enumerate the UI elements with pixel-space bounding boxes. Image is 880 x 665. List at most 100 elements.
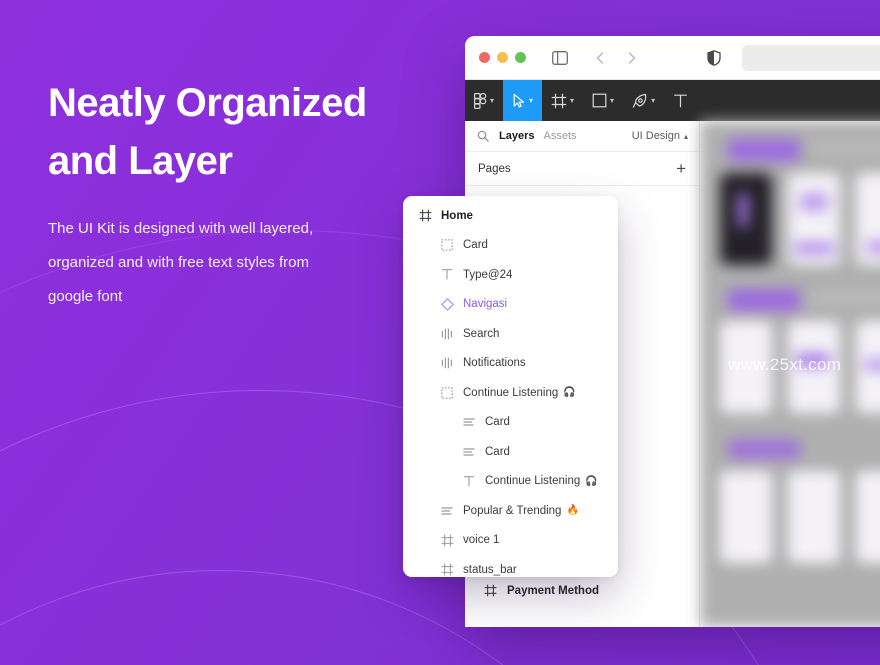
layer-row[interactable]: Search (403, 319, 618, 349)
layer-row[interactable]: Card (403, 437, 618, 467)
layer-row-label: Continue Listening (485, 475, 581, 488)
background-layer-row-2[interactable]: Payment Method (465, 577, 699, 604)
hero-description-line-1: The UI Kit is designed with well layered… (48, 220, 314, 237)
autolayout-icon (439, 355, 455, 371)
autolayout-h-icon (461, 444, 477, 460)
autolayout-h-icon (439, 503, 455, 519)
search-icon[interactable] (476, 129, 490, 143)
layer-row-label: Notifications (463, 357, 526, 370)
canvas-frame-light (788, 321, 840, 413)
layer-row[interactable]: voice 1 (403, 526, 618, 556)
instance-icon (439, 296, 455, 312)
text-tool-icon[interactable] (664, 80, 697, 121)
move-cursor-icon[interactable]: ▾ (503, 80, 543, 121)
close-window-button[interactable] (479, 52, 490, 63)
pages-label: Pages (478, 162, 511, 175)
background-layer-label: Payment Method (507, 584, 600, 597)
hero-description: The UI Kit is designed with well layered… (48, 212, 418, 314)
layer-row[interactable]: Home (403, 201, 618, 231)
autolayout-h-icon (461, 414, 477, 430)
chevron-right-icon[interactable] (622, 48, 642, 68)
traffic-lights (479, 52, 526, 63)
hero-copy: Neatly Organized and Layer The UI Kit is… (48, 74, 418, 314)
layer-row[interactable]: Navigasi (403, 290, 618, 320)
layer-row-label: Type@24 (463, 268, 513, 281)
layer-row[interactable]: Continue Listening 🎧 (403, 467, 618, 497)
canvas-frame-accent (864, 359, 880, 371)
frame-icon (482, 584, 498, 597)
frame-icon (439, 562, 455, 577)
canvas-section-title (728, 139, 800, 161)
component-icon (439, 385, 455, 401)
design-canvas[interactable] (700, 121, 880, 627)
floating-layer-list: Home Card Type@24 Navigasi Search Notificatio… (403, 196, 618, 577)
canvas-frame-accent (738, 193, 748, 227)
rectangle-icon[interactable]: ▾ (583, 80, 623, 121)
layer-row[interactable]: Popular & Trending 🔥 (403, 496, 618, 526)
layer-row[interactable]: Type@24 (403, 260, 618, 290)
layer-row-label: Search (463, 327, 500, 340)
screenshot-root: Neatly Organized and Layer The UI Kit is… (0, 0, 880, 665)
layer-row-label: Card (463, 239, 488, 252)
figma-logo-icon[interactable]: ▾ (465, 80, 503, 121)
layer-row-label: Card (485, 445, 510, 458)
layer-row-label: status_bar (463, 563, 517, 576)
chevron-up-icon: ▴ (683, 131, 688, 141)
canvas-frame-accent (794, 243, 834, 253)
browser-chrome (465, 36, 880, 80)
layer-row-label: voice 1 (463, 534, 500, 547)
frame-icon (439, 532, 455, 548)
chevron-down-icon[interactable]: ▾ (529, 96, 533, 105)
page-selector-label: UI Design (631, 130, 680, 142)
layer-row-label: Continue Listening (463, 386, 559, 399)
layer-row-label: Card (485, 416, 510, 429)
canvas-frame-accent (800, 193, 828, 211)
tab-assets[interactable]: Assets (543, 130, 576, 142)
minimize-window-button[interactable] (497, 52, 508, 63)
pages-row[interactable]: Pages + (465, 152, 699, 186)
layer-row[interactable]: Card (403, 231, 618, 261)
layer-row-emoji: 🔥 (566, 505, 579, 517)
layer-row[interactable]: Notifications (403, 349, 618, 379)
layer-row-emoji: 🎧 (585, 475, 598, 487)
canvas-frame-light (720, 471, 772, 563)
canvas-section-sub (810, 293, 880, 303)
layer-row[interactable]: status_bar (403, 555, 618, 577)
frame-icon (417, 208, 433, 224)
panel-tab-bar: Layers Assets UI Design ▴ (465, 121, 699, 152)
sidebar-icon[interactable] (550, 48, 570, 68)
frame-icon[interactable]: ▾ (542, 80, 583, 121)
layer-row[interactable]: Continue Listening 🎧 (403, 378, 618, 408)
add-page-button[interactable]: + (676, 160, 686, 177)
canvas-frame-light (856, 471, 880, 563)
canvas-section-title (728, 439, 800, 459)
canvas-section-title (728, 289, 800, 311)
chevron-down-icon[interactable]: ▾ (490, 96, 494, 105)
chevron-down-icon[interactable]: ▾ (610, 96, 614, 105)
chevron-left-icon[interactable] (590, 48, 610, 68)
figma-toolbar: ▾ ▾ ▾ ▾ ▾ (465, 80, 880, 121)
layer-row-label: Navigasi (463, 298, 508, 311)
layer-row-label: Home (441, 209, 473, 222)
chevron-down-icon[interactable]: ▾ (651, 96, 655, 105)
page-title-line-1: Neatly Organized (48, 81, 367, 125)
layer-row[interactable]: Card (403, 408, 618, 438)
page-title-line-2: and Layer (48, 139, 233, 183)
layer-row-emoji: 🎧 (563, 387, 576, 399)
hero-description-line-2: organized and with free text styles from (48, 254, 309, 271)
pen-icon[interactable]: ▾ (623, 80, 664, 121)
autolayout-icon (439, 326, 455, 342)
hero-description-line-3: google font (48, 288, 123, 305)
tab-layers[interactable]: Layers (499, 130, 534, 142)
zoom-window-button[interactable] (515, 52, 526, 63)
canvas-section-sub (810, 143, 880, 153)
page-title: Neatly Organized and Layer (48, 74, 418, 190)
address-bar-input[interactable] (742, 44, 880, 71)
canvas-frame-accent (796, 353, 830, 367)
shield-icon[interactable] (704, 48, 724, 68)
canvas-frame-light (788, 471, 840, 563)
chevron-down-icon[interactable]: ▾ (570, 96, 574, 105)
component-icon (439, 237, 455, 253)
page-selector[interactable]: UI Design ▴ (632, 130, 688, 142)
layer-row-label: Popular & Trending (463, 504, 562, 517)
